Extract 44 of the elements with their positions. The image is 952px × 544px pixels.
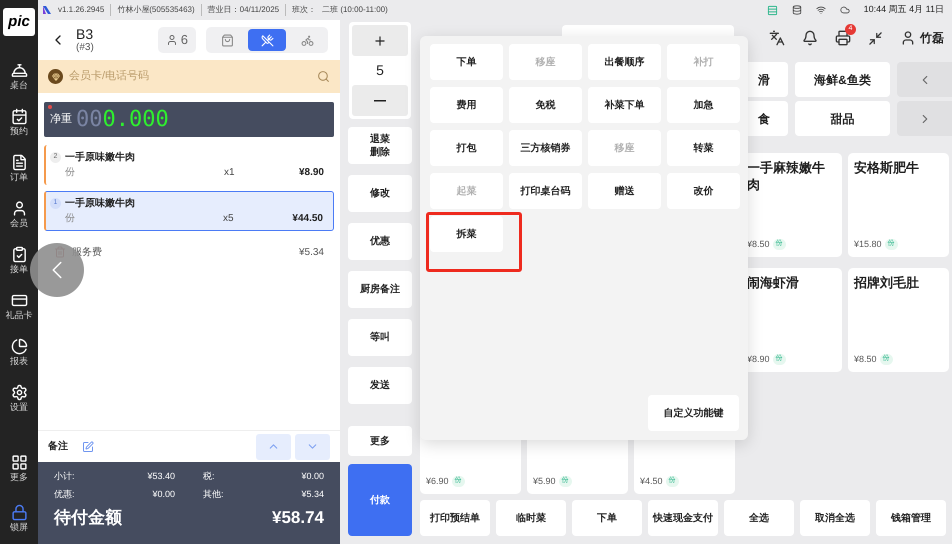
item-name: 一手原味嫩牛肉 [65, 150, 135, 165]
business-day-text: 营业日：04/11/2025 [200, 4, 280, 16]
scale-reading: 0.000 [102, 108, 169, 130]
quantity-value: 5 [376, 61, 384, 80]
scale-dim-digits: 00 [76, 108, 102, 130]
total-label: 小计: [54, 470, 75, 483]
shift-label: 班次： [285, 4, 316, 16]
item-name: 一手原味嫩牛肉 [65, 196, 135, 211]
product-price: ¥8.50 [854, 352, 877, 366]
total-value: ¥0.00 [301, 470, 324, 483]
clock-text: 10:44 周五 4月 11日 [864, 3, 944, 16]
amount-due: ¥58.74 [272, 507, 324, 529]
product-price: ¥8.50 [747, 238, 770, 250]
product-name: 招牌刘毛肚 [854, 274, 920, 291]
table-name: B3 [76, 27, 94, 41]
order-number: (#3) [76, 43, 94, 53]
item-unit: 份 [65, 166, 75, 180]
product-price: ¥6.90 [426, 474, 449, 488]
item-unit: 份 [65, 212, 75, 226]
scale-label: 净重 [50, 112, 72, 128]
total-value: ¥5.34 [301, 488, 324, 500]
total-value: ¥0.00 [152, 488, 175, 500]
version-text: v1.1.26.2945 [58, 4, 104, 16]
product-name: 一手麻辣嫩牛肉 [747, 159, 826, 193]
note-label: 备注 [48, 439, 68, 454]
amount-due-label: 待付金额 [54, 507, 122, 529]
store-text: 竹林小屋(505535463) [110, 4, 195, 16]
item-quantity: x1 [224, 166, 236, 180]
product-price: ¥5.90 [533, 474, 556, 488]
total-label: 其他: [203, 488, 224, 500]
item-price: ¥44.50 [291, 212, 323, 226]
user-name: 竹磊 [920, 30, 944, 47]
shift-text: 二班 (10:00-11:00) [322, 4, 388, 16]
total-label: 税: [203, 470, 215, 483]
logo: pic [3, 8, 35, 36]
product-price: ¥15.80 [854, 238, 882, 250]
total-value: ¥53.40 [147, 470, 175, 483]
service-fee-amount: ¥5.34 [298, 246, 324, 260]
product-name: 安格斯肥牛 [854, 159, 920, 176]
product-price: ¥8.90 [747, 352, 770, 366]
item-quantity: x5 [223, 212, 235, 226]
item-price: ¥8.90 [298, 166, 324, 180]
total-label: 优惠: [54, 488, 75, 500]
product-price: ¥4.50 [640, 474, 663, 488]
